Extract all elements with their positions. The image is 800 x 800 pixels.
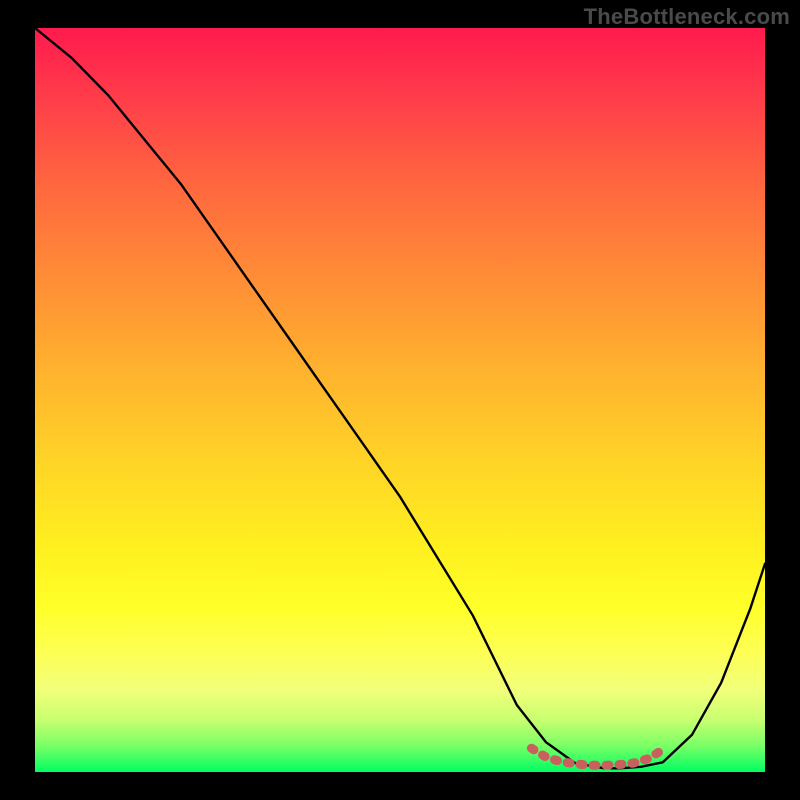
chart-frame: TheBottleneck.com <box>0 0 800 800</box>
chart-svg <box>35 28 765 772</box>
bottleneck-curve <box>35 28 765 768</box>
plot-area <box>35 28 765 772</box>
optimal-range-marker <box>531 748 662 765</box>
watermark-text: TheBottleneck.com <box>584 4 790 30</box>
